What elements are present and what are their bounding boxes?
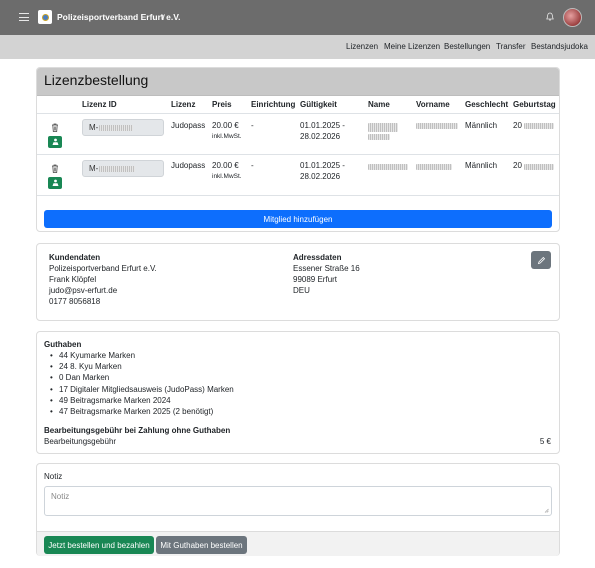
redacted-id xyxy=(99,166,135,172)
note-label: Notiz xyxy=(44,472,63,481)
bell-icon[interactable] xyxy=(546,12,554,22)
trash-icon[interactable] xyxy=(51,123,59,132)
order-actions: Jetzt bestellen und bezahlen Mit Guthabe… xyxy=(37,531,559,556)
member-detail-button[interactable] xyxy=(48,136,62,148)
fee-value: 5 € xyxy=(539,437,551,446)
redacted-firstname xyxy=(416,164,452,170)
note-textarea[interactable]: Notiz xyxy=(44,486,552,516)
list-item: 17 Digitaler Mitgliedsausweis (JudoPass)… xyxy=(49,384,234,395)
resize-handle-icon[interactable] xyxy=(544,508,549,513)
credit-list: 44 Kyumarke Marken 24 8. Kyu Marken 0 Da… xyxy=(49,350,234,417)
user-avatar[interactable] xyxy=(563,8,582,27)
redacted-id xyxy=(99,125,133,131)
birthday-prefix: 20 xyxy=(513,161,522,170)
gender: Männlich xyxy=(465,161,498,170)
customer-line: 0177 8056818 xyxy=(49,297,101,306)
col-license: Lizenz xyxy=(171,100,196,109)
redacted-birthday xyxy=(524,164,554,170)
list-item: 49 Beitragsmarke Marken 2024 xyxy=(49,395,234,406)
price-note: inkl.MwSt. xyxy=(212,173,242,180)
col-firstname: Vorname xyxy=(416,100,450,109)
price-note: inkl.MwSt. xyxy=(212,133,242,140)
order-with-credit-button[interactable]: Mit Guthaben bestellen xyxy=(156,536,247,554)
list-item: 47 Beitragsmarke Marken 2025 (2 benötigt… xyxy=(49,406,234,417)
valid-to: 28.02.2026 xyxy=(300,132,341,141)
nav-meine-lizenzen[interactable]: Meine Lizenzen xyxy=(384,42,440,51)
divider xyxy=(37,195,559,196)
person-icon xyxy=(52,138,58,145)
trash-icon[interactable] xyxy=(51,164,59,173)
license-id-field[interactable]: M- xyxy=(82,119,164,136)
valid-to: 28.02.2026 xyxy=(300,172,341,181)
redacted-name xyxy=(368,134,390,140)
fee-label: Bearbeitungsgebühr xyxy=(44,437,117,446)
license-id-field[interactable]: M- xyxy=(82,160,164,177)
col-birthday: Geburtstag xyxy=(513,100,556,109)
hamburger-icon[interactable] xyxy=(19,13,29,21)
pencil-icon xyxy=(537,256,545,264)
chevron-down-icon[interactable]: ∨ xyxy=(160,12,166,21)
edit-address-button[interactable] xyxy=(531,251,551,269)
gender: Männlich xyxy=(465,121,498,130)
sub-navigation: Lizenzen Meine Lizenzen Bestellungen Tra… xyxy=(0,35,595,59)
list-item: 0 Dan Marken xyxy=(49,372,234,383)
list-item: 44 Kyumarke Marken xyxy=(49,350,234,361)
nav-transfer[interactable]: Transfer xyxy=(496,42,526,51)
col-facility: Einrichtung xyxy=(251,100,296,109)
divider xyxy=(37,154,559,155)
order-header: Lizenzbestellung xyxy=(37,68,559,96)
note-placeholder: Notiz xyxy=(51,492,70,501)
birthday-prefix: 20 xyxy=(513,121,522,130)
order-and-pay-button[interactable]: Jetzt bestellen und bezahlen xyxy=(44,536,154,554)
redacted-name xyxy=(368,164,408,170)
redacted-firstname xyxy=(416,123,458,129)
list-item: 24 8. Kyu Marken xyxy=(49,361,234,372)
note-card: Notiz Notiz Jetzt bestellen und bezahlen… xyxy=(36,463,560,556)
redacted-name xyxy=(368,123,398,132)
col-gender: Geschlecht xyxy=(465,100,509,109)
address-line: DEU xyxy=(293,286,310,295)
col-price: Preis xyxy=(212,100,232,109)
col-validity: Gültigkeit xyxy=(300,100,337,109)
divider xyxy=(37,113,559,114)
license-type: Judopass xyxy=(171,121,206,130)
facility: - xyxy=(251,161,254,170)
credit-card: Guthaben 44 Kyumarke Marken 24 8. Kyu Ma… xyxy=(36,331,560,454)
col-name: Name xyxy=(368,100,390,109)
customer-card: Kundendaten Polizeisportverband Erfurt e… xyxy=(36,243,560,321)
add-member-button[interactable]: Mitglied hinzufügen xyxy=(44,210,552,228)
facility: - xyxy=(251,121,254,130)
club-logo[interactable] xyxy=(38,10,52,24)
top-navbar: Polizeisportverband Erfurt e.V. ∨ xyxy=(0,0,595,35)
page-title: Lizenzbestellung xyxy=(44,72,149,88)
member-detail-button[interactable] xyxy=(48,177,62,189)
col-license-id: Lizenz ID xyxy=(82,100,117,109)
license-type: Judopass xyxy=(171,161,206,170)
order-card: Lizenzbestellung Lizenz ID Lizenz Preis … xyxy=(36,67,560,232)
nav-bestellungen[interactable]: Bestellungen xyxy=(444,42,490,51)
nav-lizenzen[interactable]: Lizenzen xyxy=(346,42,378,51)
redacted-birthday xyxy=(524,123,554,129)
nav-bestandsjudoka[interactable]: Bestandsjudoka xyxy=(531,42,588,51)
person-icon xyxy=(52,179,58,186)
